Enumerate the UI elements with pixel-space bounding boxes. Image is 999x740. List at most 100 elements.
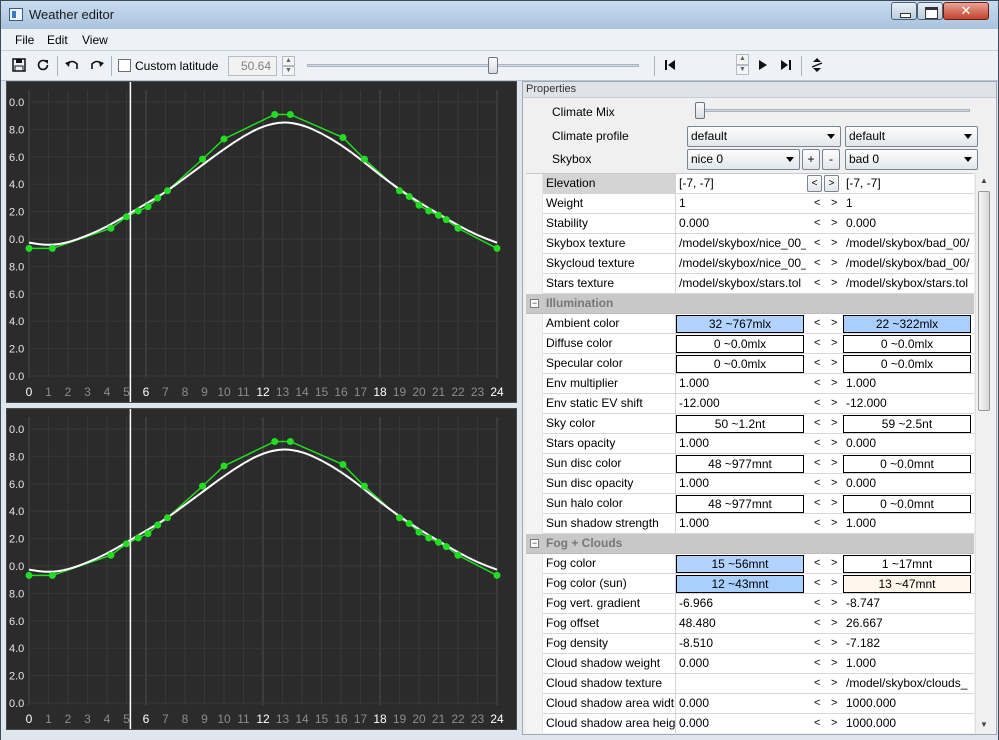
- keyframe-point[interactable]: [454, 551, 462, 559]
- property-value-a[interactable]: -12.000: [676, 394, 806, 414]
- collapse-icon[interactable]: −: [530, 539, 539, 548]
- copy-left-arrow[interactable]: <: [814, 214, 820, 233]
- scroll-down-icon[interactable]: ▼: [978, 719, 990, 731]
- property-value-a[interactable]: -8.510: [676, 634, 806, 654]
- copy-left-arrow[interactable]: <: [814, 314, 820, 333]
- copy-right-arrow[interactable]: >: [831, 694, 837, 713]
- keyframe-point[interactable]: [134, 534, 142, 542]
- color-value-a[interactable]: 48 ~977mnt: [676, 495, 804, 513]
- keyframe-point[interactable]: [48, 244, 56, 252]
- property-row[interactable]: Cloud shadow weight 0.000 < >1.000: [526, 654, 974, 674]
- keyframe-point[interactable]: [25, 571, 33, 579]
- property-value-a[interactable]: 1.000: [676, 374, 806, 394]
- copy-right-arrow[interactable]: >: [831, 274, 837, 293]
- property-value-b[interactable]: 0.000: [843, 434, 974, 454]
- copy-right-arrow[interactable]: >: [831, 394, 837, 413]
- keyframe-point[interactable]: [442, 543, 450, 551]
- keyframe-point[interactable]: [405, 193, 413, 201]
- toggle-icon[interactable]: [809, 57, 825, 73]
- copy-left-arrow[interactable]: <: [814, 634, 820, 653]
- keyframe-point[interactable]: [154, 521, 162, 529]
- copy-right-arrow[interactable]: >: [831, 514, 837, 533]
- color-value-b[interactable]: 59 ~2.5nt: [843, 415, 971, 433]
- color-value-a[interactable]: 32 ~767mlx: [676, 315, 804, 333]
- keyframe-point[interactable]: [25, 244, 33, 252]
- property-value-b[interactable]: -12.000: [843, 394, 974, 414]
- property-group[interactable]: − Illumination: [526, 294, 974, 314]
- copy-right-arrow[interactable]: >: [831, 334, 837, 353]
- climate-profile-a-select[interactable]: default: [687, 126, 841, 147]
- close-button[interactable]: ✕: [943, 2, 989, 20]
- color-value-a[interactable]: 0 ~0.0mlx: [676, 355, 804, 373]
- keyframe-point[interactable]: [199, 482, 207, 490]
- latitude-spin-down[interactable]: ▼: [282, 66, 295, 76]
- keyframe-point[interactable]: [415, 201, 423, 209]
- copy-left-arrow[interactable]: <: [814, 714, 820, 733]
- copy-left-arrow[interactable]: <: [814, 254, 820, 273]
- copy-right-arrow[interactable]: >: [831, 474, 837, 493]
- copy-left-arrow[interactable]: <: [814, 674, 820, 693]
- minimize-button[interactable]: [891, 2, 917, 20]
- property-value-a[interactable]: [676, 674, 806, 694]
- scroll-thumb[interactable]: [978, 191, 990, 411]
- keyframe-point[interactable]: [425, 534, 433, 542]
- skybox-add-button[interactable]: +: [802, 149, 820, 170]
- skybox-remove-button[interactable]: -: [822, 149, 840, 170]
- property-value-a[interactable]: 48.480: [676, 614, 806, 634]
- color-value-a[interactable]: 15 ~56mnt: [676, 555, 804, 573]
- save-icon[interactable]: [11, 57, 27, 73]
- copy-right-arrow[interactable]: >: [831, 254, 837, 273]
- keyframe-point[interactable]: [396, 514, 403, 522]
- color-value-a[interactable]: 48 ~977mnt: [676, 455, 804, 473]
- property-value-a[interactable]: 0.000: [676, 694, 806, 714]
- latitude-spin-up[interactable]: ▲: [282, 56, 295, 66]
- property-row[interactable]: Weight 1 < >1: [526, 194, 974, 214]
- property-row[interactable]: Env static EV shift -12.000 < > -12.000: [526, 394, 974, 414]
- keyframe-point[interactable]: [442, 216, 450, 224]
- property-value-b[interactable]: /model/skybox/stars.tol: [843, 274, 974, 294]
- copy-left-arrow[interactable]: <: [814, 274, 820, 293]
- keyframe-point[interactable]: [123, 540, 130, 548]
- keyframe-point[interactable]: [123, 213, 130, 221]
- redo-icon[interactable]: [89, 57, 105, 73]
- property-row[interactable]: Cloud shadow texture < >/model/skybox/clou…: [526, 674, 974, 694]
- property-group[interactable]: − Fog + Clouds: [526, 534, 974, 554]
- property-row[interactable]: Specular color 0 ~0.0mlx < >0 ~0.0mlx: [526, 354, 974, 374]
- undo-icon[interactable]: [64, 57, 80, 73]
- copy-right-arrow[interactable]: >: [831, 494, 837, 513]
- copy-right-arrow[interactable]: >: [831, 614, 837, 633]
- copy-right-arrow[interactable]: >: [831, 714, 837, 733]
- copy-right-arrow[interactable]: >: [831, 654, 837, 673]
- copy-left-arrow[interactable]: <: [814, 694, 820, 713]
- keyframe-point[interactable]: [425, 207, 433, 215]
- climate-mix-thumb[interactable]: [695, 102, 705, 119]
- skybox-b-select[interactable]: bad 0: [845, 149, 978, 170]
- copy-left-arrow[interactable]: <: [814, 234, 820, 253]
- copy-left-arrow[interactable]: <: [814, 494, 820, 513]
- copy-right-arrow[interactable]: >: [831, 554, 837, 573]
- copy-right-arrow[interactable]: >: [831, 674, 837, 693]
- scroll-up-icon[interactable]: ▲: [978, 175, 990, 187]
- color-value-a[interactable]: 50 ~1.2nt: [676, 415, 804, 433]
- keyframe-point[interactable]: [454, 224, 462, 232]
- refresh-icon[interactable]: [35, 57, 51, 73]
- property-row[interactable]: Env multiplier 1.000 < >1.000: [526, 374, 974, 394]
- property-value-a[interactable]: 0.000: [676, 214, 806, 234]
- property-row[interactable]: Elevation [-7, -7] < > [-7, -7]: [526, 174, 974, 194]
- title-bar[interactable]: Weather editor ✕: [1, 1, 998, 29]
- keyframe-point[interactable]: [271, 437, 279, 445]
- keyframe-point[interactable]: [339, 461, 347, 469]
- copy-right-arrow[interactable]: >: [831, 374, 837, 393]
- keyframe-point[interactable]: [493, 571, 501, 579]
- property-value-b[interactable]: 1: [843, 194, 974, 214]
- menu-view[interactable]: View: [82, 33, 108, 47]
- copy-left-arrow[interactable]: <: [814, 574, 820, 593]
- copy-left-arrow[interactable]: <: [814, 414, 820, 433]
- keyframe-point[interactable]: [405, 520, 413, 528]
- graph-svg-top[interactable]: 0.08.06.04.02.00.08.06.04.02.00.00 1 2 3 4 5 6…: [7, 82, 516, 402]
- last-icon[interactable]: [778, 57, 794, 73]
- keyframe-point[interactable]: [163, 514, 171, 522]
- copy-right-arrow[interactable]: >: [831, 634, 837, 653]
- property-row[interactable]: Fog color (sun) 12 ~43mnt < >13 ~47mnt: [526, 574, 974, 594]
- keyframe-point[interactable]: [435, 211, 442, 219]
